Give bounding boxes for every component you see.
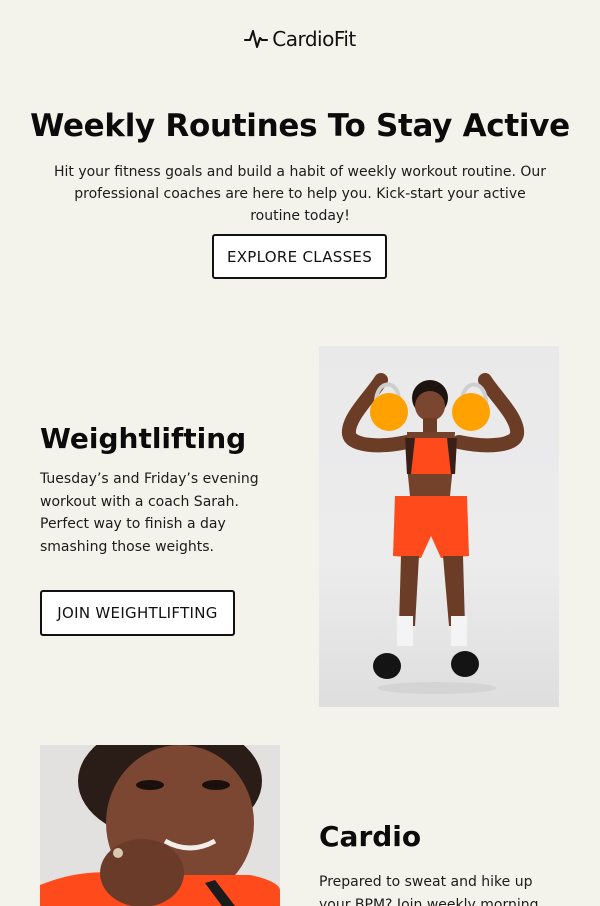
cardio-photo: [40, 745, 280, 906]
join-weightlifting-button[interactable]: JOIN WEIGHTLIFTING: [40, 590, 235, 636]
cardio-description: Prepared to sweat and hike up your BPM? …: [319, 874, 539, 906]
cardio-title: Cardio: [319, 820, 422, 853]
heartbeat-pulse-icon: [244, 29, 269, 49]
weightlifting-title: Weightlifting: [40, 422, 247, 455]
brand-name: CardioFit: [272, 27, 356, 51]
hero-description: Hit your fitness goals and build a habit…: [53, 164, 547, 224]
weightlifting-photo: [319, 346, 559, 707]
hero-title: Weekly Routines To Stay Active: [30, 108, 570, 144]
weightlifting-description: Tuesday’s and Friday’s evening workout w…: [40, 471, 259, 555]
brand-logo[interactable]: CardioFit: [0, 27, 600, 51]
explore-classes-button[interactable]: EXPLORE CLASSES: [212, 234, 387, 279]
